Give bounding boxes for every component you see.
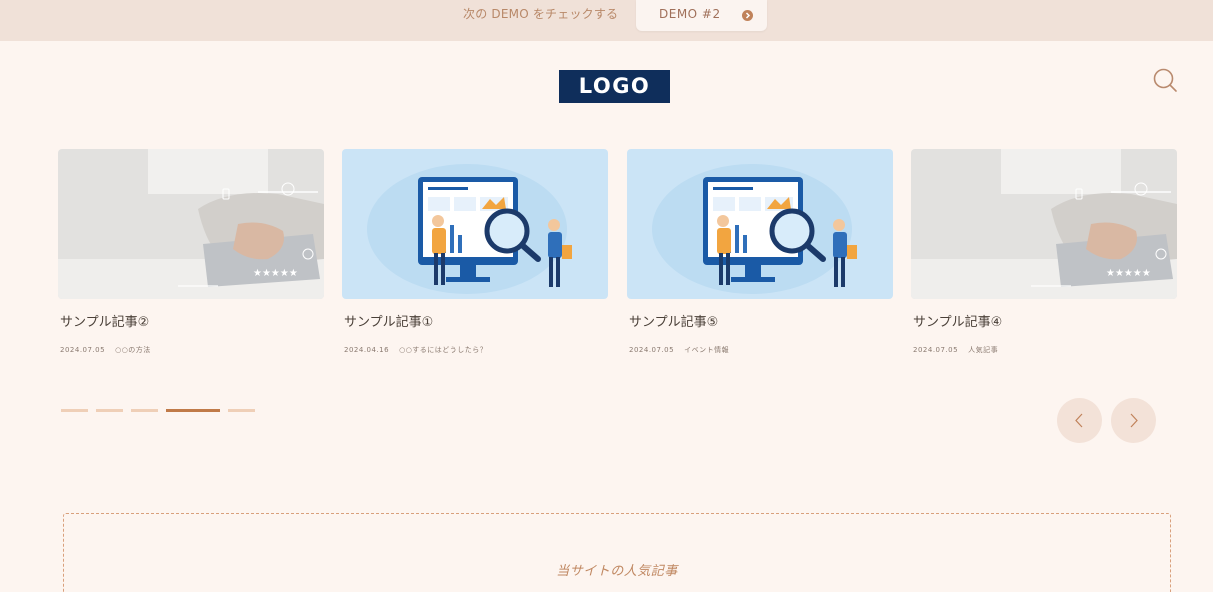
search-button[interactable] [1151,66,1179,94]
card-meta: 2024.07.05 ○○の方法 [60,345,151,355]
pagination-dot[interactable] [61,409,88,412]
card-title[interactable]: サンプル記事⑤ [629,311,718,330]
data-analysis-illustration[interactable] [627,149,893,299]
card-date: 2024.07.05 [60,346,106,354]
article-card[interactable]: ★★★★★ サンプル記事② 2024.07.05 ○○の方法 [58,149,324,354]
chevron-right-icon [1130,413,1138,428]
card-date: 2024.07.05 [629,346,675,354]
laptop-hands-photo[interactable]: ★★★★★ [58,149,324,299]
card-title[interactable]: サンプル記事② [60,311,149,330]
pagination-dot[interactable] [228,409,255,412]
card-date: 2024.07.05 [913,346,959,354]
card-title[interactable]: サンプル記事① [344,311,433,330]
arrow-right-circle-icon [742,10,753,21]
next-demo-button[interactable]: DEMO #2 [636,0,767,31]
card-meta: 2024.07.05 イベント情報 [629,345,729,355]
card-category[interactable]: 人気記事 [968,346,998,354]
popular-articles-title: 当サイトの人気記事 [556,564,678,579]
laptop-hands-photo[interactable]: ★★★★★ [911,149,1177,299]
article-card[interactable]: ★★★★★ サンプル記事④ 2024.07.05 人気記事 [911,149,1177,354]
site-logo[interactable]: LOGO [559,70,670,103]
chevron-left-icon [1075,413,1083,428]
svg-text:★★★★★: ★★★★★ [1106,268,1151,279]
search-icon [1153,68,1177,92]
svg-text:★★★★★: ★★★★★ [253,268,298,279]
card-category[interactable]: ○○の方法 [115,346,151,354]
slider-prev-button[interactable] [1057,398,1102,443]
card-meta: 2024.04.16 ○○するにはどうしたら？ [344,345,487,355]
card-meta: 2024.07.05 人気記事 [913,345,998,355]
demo-topbar: 次の DEMO をチェックする DEMO #2 [0,0,1213,41]
card-title[interactable]: サンプル記事④ [913,311,1002,330]
pagination-dot-active[interactable] [166,409,220,412]
article-card[interactable]: サンプル記事① 2024.04.16 ○○するにはどうしたら？ [342,149,608,354]
logo-text: LOGO [578,74,651,98]
card-date: 2024.04.16 [344,346,390,354]
card-category[interactable]: イベント情報 [684,346,729,354]
topbar-text: 次の DEMO をチェックする [463,7,619,21]
popular-articles-section: 当サイトの人気記事 [63,513,1171,592]
article-card[interactable]: サンプル記事⑤ 2024.07.05 イベント情報 [627,149,893,354]
card-category[interactable]: ○○するにはどうしたら？ [399,346,487,354]
data-analysis-illustration[interactable] [342,149,608,299]
pagination-dot[interactable] [131,409,158,412]
pagination-dot[interactable] [96,409,123,412]
next-demo-label: DEMO #2 [659,7,721,21]
slider-next-button[interactable] [1111,398,1156,443]
